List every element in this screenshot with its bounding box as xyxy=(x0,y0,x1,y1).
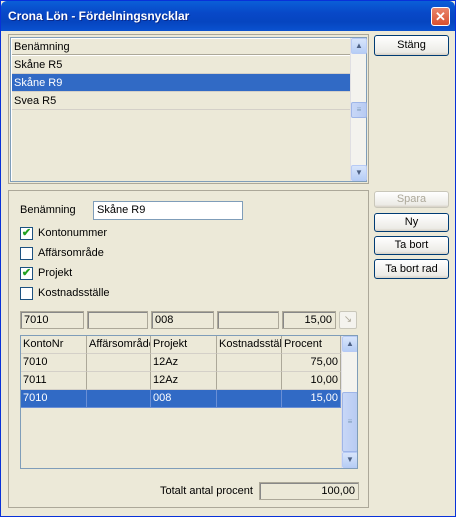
column-header-kostnadsstalle[interactable]: Kostnadsställe xyxy=(217,336,282,354)
cell-affarsomrade xyxy=(87,372,151,390)
cell-kontonr: 7010 xyxy=(21,390,87,408)
list-item-selected[interactable]: Skåne R9 xyxy=(12,74,351,92)
scroll-up-icon[interactable]: ▲ xyxy=(351,38,367,54)
grid-empty-area xyxy=(21,408,341,468)
column-header-projekt[interactable]: Projekt xyxy=(151,336,217,354)
benamning-field[interactable]: Skåne R9 xyxy=(93,201,243,220)
column-header-kontonr[interactable]: KontoNr xyxy=(21,336,87,354)
close-button[interactable]: ✕ xyxy=(431,7,450,26)
list-empty-area xyxy=(12,110,351,181)
projekt-entry-field[interactable]: 008 xyxy=(151,311,214,329)
table-row-selected[interactable]: 7010 008 15,00 xyxy=(21,390,341,408)
close-window-button[interactable]: Stäng xyxy=(374,35,449,56)
table-row[interactable]: 7010 12Az 75,00 xyxy=(21,354,341,372)
konto-entry-field[interactable]: 7010 xyxy=(20,311,84,329)
affarsomrade-checkbox[interactable] xyxy=(20,247,33,260)
arrow-down-right-icon[interactable]: ↘ xyxy=(339,311,357,329)
cell-projekt: 12Az xyxy=(151,372,217,390)
cell-projekt: 008 xyxy=(151,390,217,408)
cell-kostnadsstalle xyxy=(217,372,282,390)
projekt-label: Projekt xyxy=(38,267,73,279)
cell-affarsomrade xyxy=(87,390,151,408)
cell-procent: 75,00 xyxy=(282,354,341,372)
cell-kontonr: 7010 xyxy=(21,354,87,372)
kostnadsstalle-entry-field[interactable] xyxy=(217,311,279,329)
total-value: 100,00 xyxy=(259,482,359,500)
projekt-checkbox[interactable]: ✔ xyxy=(20,267,33,280)
cell-projekt: 12Az xyxy=(151,354,217,372)
list-item[interactable]: Skåne R5 xyxy=(12,56,351,74)
keys-list-scrollbar[interactable]: ▲ ≡ ▼ xyxy=(350,38,367,181)
keys-list-header[interactable]: Benämning xyxy=(12,39,351,55)
cell-procent: 10,00 xyxy=(282,372,341,390)
delete-row-button[interactable]: Ta bort rad xyxy=(374,259,449,279)
column-header-procent[interactable]: Procent xyxy=(282,336,341,354)
kontonummer-checkbox[interactable]: ✔ xyxy=(20,227,33,240)
save-button[interactable]: Spara xyxy=(374,191,449,208)
list-item[interactable]: Svea R5 xyxy=(12,92,351,110)
cell-procent: 15,00 xyxy=(282,390,341,408)
new-button[interactable]: Ny xyxy=(374,213,449,232)
scroll-thumb[interactable]: ≡ xyxy=(342,392,357,452)
kontonummer-label: Kontonummer xyxy=(38,227,108,239)
cell-kontonr: 7011 xyxy=(21,372,87,390)
cell-affarsomrade xyxy=(87,354,151,372)
column-header-affarsomrade[interactable]: Affärsområde xyxy=(87,336,151,354)
kostnadsstalle-checkbox[interactable] xyxy=(20,287,33,300)
scroll-down-icon[interactable]: ▼ xyxy=(351,165,367,181)
scroll-down-icon[interactable]: ▼ xyxy=(342,452,357,468)
cell-kostnadsstalle xyxy=(217,354,282,372)
grid-header: KontoNr Affärsområde Projekt Kostnadsstä… xyxy=(21,336,341,354)
keys-list[interactable]: Benämning Skåne R5 Skåne R9 Svea R5 ▲ ≡ … xyxy=(10,37,367,182)
grid-scrollbar[interactable]: ▲ ≡ ▼ xyxy=(341,336,357,468)
benamning-label: Benämning xyxy=(20,204,76,216)
affarsomrade-label: Affärsområde xyxy=(38,247,104,259)
window-title: Crona Lön - Fördelningsnycklar xyxy=(8,9,190,23)
window: Crona Lön - Fördelningsnycklar ✕ Benämni… xyxy=(0,0,456,517)
title-bar[interactable]: Crona Lön - Fördelningsnycklar ✕ xyxy=(1,1,455,31)
delete-button[interactable]: Ta bort xyxy=(374,236,449,255)
cell-kostnadsstalle xyxy=(217,390,282,408)
affarsomrade-entry-field[interactable] xyxy=(87,311,148,329)
distribution-grid[interactable]: KontoNr Affärsområde Projekt Kostnadsstä… xyxy=(20,335,358,469)
scroll-up-icon[interactable]: ▲ xyxy=(342,336,357,352)
procent-entry-field[interactable]: 15,00 xyxy=(282,311,336,329)
total-label: Totalt antal procent xyxy=(160,485,253,497)
table-row[interactable]: 7011 12Az 10,00 xyxy=(21,372,341,390)
kostnadsstalle-label: Kostnadsställe xyxy=(38,287,110,299)
scroll-thumb[interactable]: ≡ xyxy=(351,102,367,118)
